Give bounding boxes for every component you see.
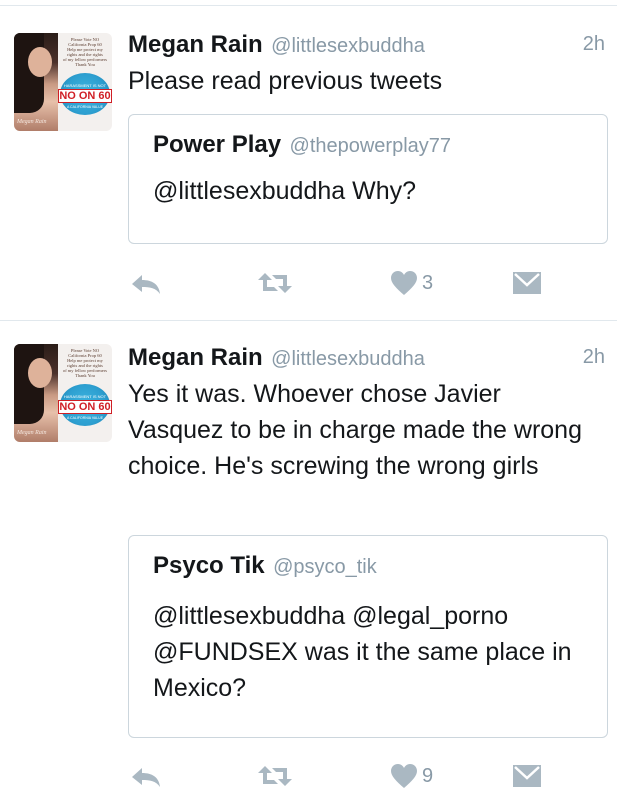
timestamp[interactable]: 2h <box>583 346 605 369</box>
heart-icon <box>390 270 418 296</box>
direct-message-button[interactable] <box>512 265 542 301</box>
envelope-icon <box>512 271 542 295</box>
author-name[interactable]: Megan Rain <box>128 31 263 58</box>
retweet-icon <box>256 269 294 297</box>
tweet-text: Please read previous tweets <box>128 67 443 95</box>
quoted-text: @littlesexbuddha @legal_porno @FUNDSEX w… <box>153 602 572 702</box>
avatar-harassment-text: HARASSMENT IS NOT <box>63 83 107 88</box>
avatar-signature: Megan Rain <box>17 119 47 125</box>
action-bar: 3 <box>128 265 568 301</box>
tweet[interactable]: Please Vote NO California Prop 60 Help m… <box>0 7 617 321</box>
avatar-value-text: A CALIFORNIA VALUE <box>66 416 104 420</box>
action-bar: 9 <box>128 758 568 794</box>
avatar-slogan: NO ON 60 <box>58 89 112 103</box>
reply-icon <box>128 269 164 297</box>
top-divider <box>0 0 617 6</box>
quoted-author-handle: @thepowerplay77 <box>289 135 452 157</box>
author-name[interactable]: Megan Rain <box>128 344 263 371</box>
avatar-harassment-text: HARASSMENT IS NOT <box>63 394 107 399</box>
tweet[interactable]: Please Vote NO California Prop 60 Help m… <box>0 322 617 811</box>
heart-icon <box>390 763 418 789</box>
envelope-icon <box>512 764 542 788</box>
timestamp[interactable]: 2h <box>583 33 605 56</box>
avatar-value-text: A CALIFORNIA VALUE <box>66 105 104 109</box>
author-handle[interactable]: @littlesexbuddha <box>271 348 425 370</box>
like-button[interactable]: 3 <box>390 265 433 301</box>
quoted-author-name: Power Play <box>153 131 282 158</box>
avatar[interactable]: Please Vote NO California Prop 60 Help m… <box>14 33 112 131</box>
tweet-text: Yes it was. Whoever chose Javier Vasquez… <box>128 380 582 480</box>
retweet-icon <box>256 762 294 790</box>
direct-message-button[interactable] <box>512 758 542 794</box>
author-handle[interactable]: @littlesexbuddha <box>271 35 425 57</box>
quoted-tweet[interactable]: Psyco Tik @psyco_tik @littlesexbuddha @l… <box>128 535 608 738</box>
avatar-signature: Megan Rain <box>17 430 47 436</box>
retweet-button[interactable] <box>256 265 294 301</box>
reply-icon <box>128 762 164 790</box>
like-count: 3 <box>422 271 434 294</box>
tweet-header: Megan Rain @littlesexbuddha 2h <box>128 31 605 59</box>
quoted-author-handle: @psyco_tik <box>273 556 377 578</box>
quoted-author-name: Psyco Tik <box>153 552 265 579</box>
avatar[interactable]: Please Vote NO California Prop 60 Help m… <box>14 344 112 442</box>
tweet-header: Megan Rain @littlesexbuddha 2h <box>128 344 605 372</box>
avatar-slogan: NO ON 60 <box>58 400 112 414</box>
like-count: 9 <box>422 764 434 787</box>
avatar-face <box>28 358 52 388</box>
quoted-header: Psyco Tik @psyco_tik <box>153 552 377 580</box>
like-button[interactable]: 9 <box>390 758 433 794</box>
avatar-face <box>28 47 52 77</box>
quoted-text: @littlesexbuddha Why? <box>153 177 417 205</box>
retweet-button[interactable] <box>256 758 294 794</box>
avatar-campaign-text: Please Vote NO California Prop 60 Help m… <box>62 348 108 378</box>
quoted-tweet[interactable]: Power Play @thepowerplay77 @littlesexbud… <box>128 114 608 244</box>
reply-button[interactable] <box>128 758 164 794</box>
quoted-header: Power Play @thepowerplay77 <box>153 131 451 159</box>
reply-button[interactable] <box>128 265 164 301</box>
avatar-campaign-text: Please Vote NO California Prop 60 Help m… <box>62 37 108 67</box>
